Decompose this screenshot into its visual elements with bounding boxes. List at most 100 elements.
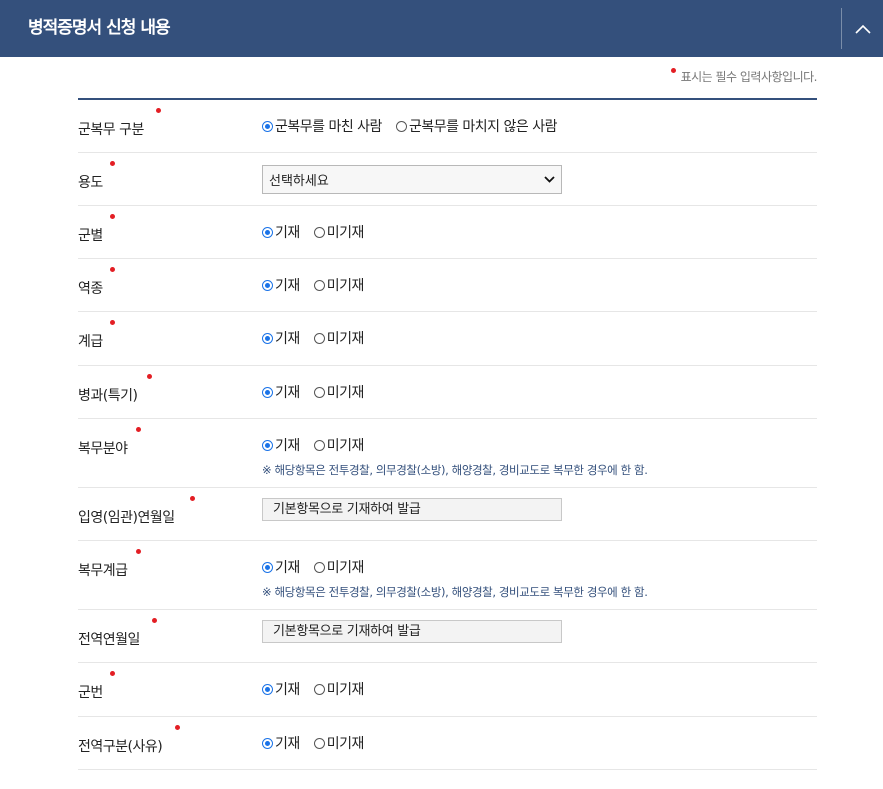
radio-group: 기재 미기재: [262, 435, 648, 455]
form-row: 입영(임관)연월일 기본항목으로 기재하여 발급: [78, 488, 817, 541]
radio-option-label: 기재: [275, 438, 300, 454]
radio-option-label: 기재: [275, 736, 300, 752]
required-dot-icon: [136, 549, 141, 554]
field-label: 전역구분(사유): [78, 725, 180, 756]
field-label: 군번: [78, 671, 115, 702]
radio-button[interactable]: [262, 120, 273, 132]
radio-group: 기재 미기재: [262, 679, 378, 699]
radio-option-label: 미기재: [326, 736, 365, 752]
form-row: 용도 선택하세요: [78, 153, 817, 206]
field-control: 기재 미기재: [262, 328, 378, 348]
radio-option[interactable]: 기재: [262, 328, 300, 348]
radio-option[interactable]: 기재: [262, 222, 300, 242]
radio-button[interactable]: [395, 120, 407, 132]
form-row: 계급 기재 미기재: [78, 312, 817, 366]
radio-option[interactable]: 미기재: [313, 557, 364, 577]
field-control: 선택하세요: [262, 165, 562, 194]
radio-option[interactable]: 미기재: [313, 275, 364, 295]
required-notice-text: 표시는 필수 입력사항입니다.: [680, 70, 818, 84]
radio-button[interactable]: [313, 332, 325, 344]
radio-option[interactable]: 미기재: [313, 328, 364, 348]
radio-button[interactable]: [262, 737, 273, 749]
radio-option[interactable]: 미기재: [313, 733, 365, 753]
field-note: ※ 해당항목은 전투경찰, 의무경찰(소방), 해양경찰, 경비교도로 복무한 …: [262, 585, 648, 599]
required-dot-icon: [110, 671, 115, 676]
radio-button[interactable]: [262, 332, 273, 344]
radio-button[interactable]: [262, 226, 273, 238]
select-value: 선택하세요: [269, 174, 329, 189]
field-label: 용도: [78, 161, 115, 192]
field-label-text: 계급: [78, 334, 103, 350]
field-label: 계급: [78, 320, 115, 351]
radio-option[interactable]: 미기재: [313, 679, 364, 699]
field-label: 입영(임관)연월일: [78, 496, 195, 527]
required-dot-icon: [136, 427, 141, 432]
readonly-field: 기본항목으로 기재하여 발급: [262, 620, 562, 643]
radio-option[interactable]: 미기재: [313, 222, 365, 242]
radio-button[interactable]: [313, 226, 325, 238]
field-label-text: 병과(특기): [78, 388, 138, 404]
radio-option[interactable]: 기재: [262, 382, 300, 402]
field-label-text: 전역구분(사유): [78, 739, 163, 755]
required-dot-icon: [190, 496, 195, 501]
field-label: 역종: [78, 267, 115, 298]
radio-button[interactable]: [313, 683, 325, 695]
radio-option-label: 군복무를 마치지 않은 사람: [408, 119, 558, 135]
radio-option[interactable]: 기재: [262, 557, 300, 577]
radio-option-label: 기재: [275, 331, 300, 347]
radio-button[interactable]: [262, 279, 273, 291]
required-dot-icon: [110, 161, 115, 166]
field-label-text: 전역연월일: [78, 632, 140, 648]
radio-button[interactable]: [262, 439, 273, 451]
radio-option[interactable]: 기재: [262, 275, 300, 295]
radio-option[interactable]: 기재: [262, 679, 300, 699]
form-row: 복무분야 기재 미기재 ※ 해당항목은 전투경찰, 의무경찰(소방), 해양경찰, 경…: [78, 419, 817, 488]
radio-option-label: 미기재: [326, 225, 365, 241]
radio-group: 기재 미기재: [262, 222, 378, 242]
field-label: 복무분야: [78, 427, 141, 458]
form-row: 병과(특기) 기재 미기재: [78, 366, 817, 419]
form-row: 전역연월일 기본항목으로 기재하여 발급: [78, 610, 817, 663]
radio-option[interactable]: 군복무를 마친 사람: [262, 116, 382, 136]
radio-option[interactable]: 미기재: [313, 382, 365, 402]
radio-option[interactable]: 기재: [262, 435, 300, 455]
radio-button[interactable]: [313, 737, 325, 749]
form-row: 군별 기재 미기재: [78, 206, 817, 259]
radio-option-label: 군복무를 마친 사람: [275, 119, 382, 135]
radio-button[interactable]: [262, 683, 273, 695]
field-label-text: 군별: [78, 228, 103, 244]
field-control: 기재 미기재: [262, 679, 378, 699]
radio-option-label: 미기재: [326, 385, 365, 401]
radio-option-label: 기재: [275, 278, 300, 294]
radio-option[interactable]: 미기재: [313, 435, 364, 455]
collapse-toggle-button[interactable]: [842, 0, 883, 57]
form-row: 역종 기재 미기재: [78, 259, 817, 312]
purpose-select[interactable]: 선택하세요: [262, 165, 562, 194]
field-control: 기재 미기재 ※ 해당항목은 전투경찰, 의무경찰(소방), 해양경찰, 경비교도로…: [262, 435, 648, 478]
field-control: 기본항목으로 기재하여 발급: [262, 620, 562, 643]
field-control: 기재 미기재: [262, 275, 378, 295]
radio-button[interactable]: [262, 386, 273, 398]
form-row: 군복무 구분 군복무를 마친 사람 군복무를 마치지 않은 사람: [78, 100, 817, 153]
radio-option[interactable]: 기재: [262, 733, 300, 753]
field-label: 군복무 구분: [78, 108, 161, 139]
field-label-text: 복무분야: [78, 441, 128, 457]
required-dot-icon: [110, 267, 115, 272]
required-dot-icon: [670, 68, 676, 73]
required-dot-icon: [152, 618, 157, 623]
radio-option-label: 기재: [275, 682, 300, 698]
radio-button[interactable]: [313, 279, 325, 291]
radio-button[interactable]: [313, 561, 325, 573]
field-control: 군복무를 마친 사람 군복무를 마치지 않은 사람: [262, 116, 571, 136]
field-control: 기재 미기재: [262, 733, 378, 753]
radio-option[interactable]: 군복무를 마치지 않은 사람: [395, 116, 558, 136]
radio-button[interactable]: [262, 561, 273, 573]
radio-button[interactable]: [313, 386, 325, 398]
radio-button[interactable]: [313, 439, 325, 451]
application-form: 군복무 구분 군복무를 마친 사람 군복무를 마치지 않은 사람 용도 선택하세요 군별 기…: [78, 98, 817, 770]
form-row: 복무계급 기재 미기재 ※ 해당항목은 전투경찰, 의무경찰(소방), 해양경찰, 경…: [78, 541, 817, 610]
section-header: 병적증명서 신청 내용: [0, 0, 883, 57]
radio-option-label: 기재: [275, 385, 300, 401]
radio-group: 기재 미기재: [262, 557, 648, 577]
form-row: 군번 기재 미기재: [78, 663, 817, 717]
